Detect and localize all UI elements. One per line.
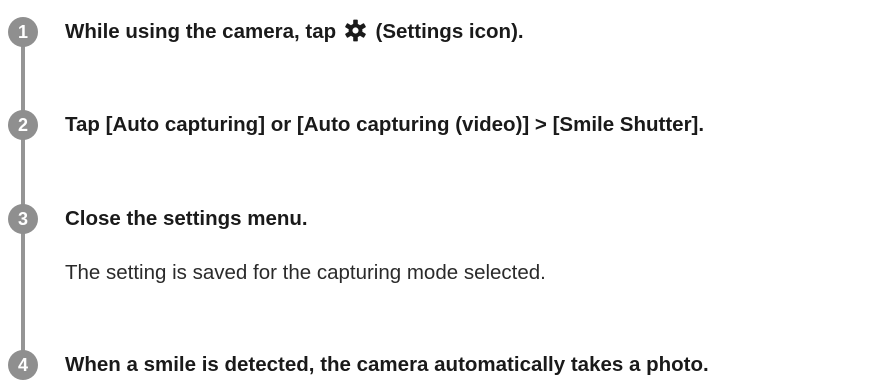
step-title: Close the settings menu. [65, 207, 308, 230]
step-title-text-suffix: (Settings icon). [375, 20, 524, 43]
step-number-badge: 1 [8, 17, 38, 47]
step-title: When a smile is detected, the camera aut… [65, 353, 709, 376]
step-title: Tap [Auto capturing] or [Auto capturing … [65, 113, 705, 136]
step-description: The setting is saved for the capturing m… [65, 261, 546, 284]
step-number-badge: 2 [8, 110, 38, 140]
step-title-text: While using the camera, tap [65, 20, 337, 43]
step-connector-line [21, 34, 25, 359]
step-title: While using the camera, tap (Settings ic… [65, 19, 524, 45]
step-number-badge: 4 [8, 350, 38, 380]
gear-icon [344, 19, 366, 42]
step-number-badge: 3 [8, 204, 38, 234]
